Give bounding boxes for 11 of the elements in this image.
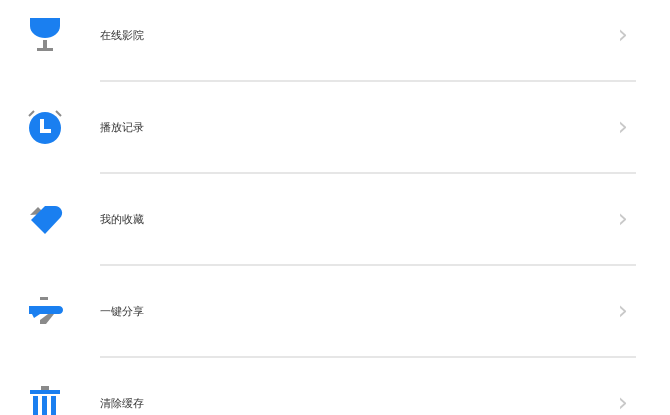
chevron-icon: › <box>618 22 628 48</box>
chevron-icon: › <box>618 390 628 415</box>
menu-item-label[interactable]: 我的收藏 <box>100 212 618 226</box>
chevron-icon: › <box>618 298 628 324</box>
menu-item-label[interactable]: 播放记录 <box>100 120 618 134</box>
menu-item-label[interactable]: 一键分享 <box>100 304 618 318</box>
chevron-icon: › <box>618 206 628 232</box>
alarm-clock-icon <box>26 108 64 146</box>
menu-item-label[interactable]: 清除缓存 <box>100 396 618 410</box>
menu-item-label[interactable]: 在线影院 <box>100 28 618 42</box>
chevron-icon: › <box>618 114 628 140</box>
